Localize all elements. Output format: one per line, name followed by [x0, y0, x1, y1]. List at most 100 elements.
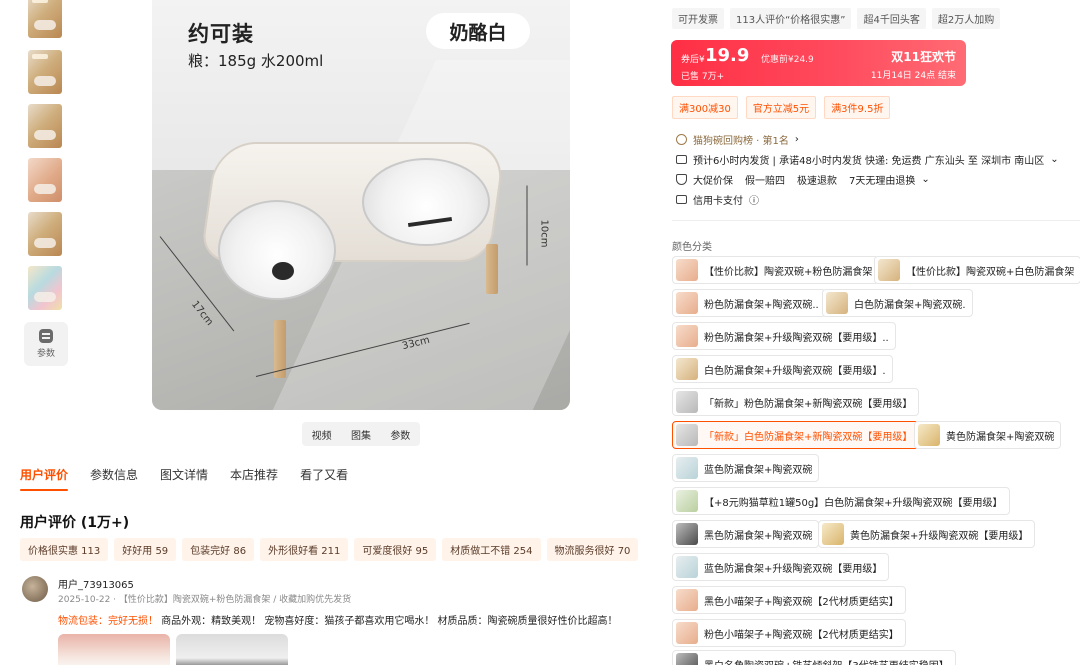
sku-label: 粉色防漏食架+陶瓷双碗.. — [704, 299, 819, 311]
sku-swatch — [676, 391, 698, 413]
chevron-right-icon: › — [794, 134, 799, 145]
review-meta: 2025-10-22 · 【性价比款】陶瓷双碗+粉色防漏食架 / 收藏加购优先发… — [58, 595, 352, 605]
tab-store-recommend[interactable]: 本店推荐 — [230, 466, 278, 491]
sku-option[interactable]: 黑白名角陶瓷双碗+铁艺倾斜架【3代铁艺更结实稳固】 — [672, 650, 956, 665]
product-tags: 可开发票 113人评价“价格很实惠” 超4千回头客 超2万人加购 — [672, 8, 1001, 29]
info-icon[interactable]: ⓘ — [749, 192, 759, 207]
sku-label: 【性价比款】陶瓷双碗+白色防漏食架 — [906, 266, 1075, 278]
sku-option[interactable]: 【+8元购猫草粒1罐50g】白色防漏食架+升级陶瓷双碗【要用级】 — [672, 487, 1010, 515]
product-tag[interactable]: 113人评价“价格很实惠” — [730, 8, 852, 29]
sku-label: 蓝色防漏食架+陶瓷双碗 — [704, 464, 813, 476]
review-highlight: 物流包装：完好无损！ — [58, 616, 158, 627]
sku-swatch — [676, 259, 698, 281]
review-tag[interactable]: 材质做工不错 254 — [442, 538, 541, 561]
guarantee-item: 7天无理由退换 — [849, 176, 916, 187]
chevron-down-icon: ⌄ — [1050, 154, 1059, 165]
sku-swatch — [676, 325, 698, 347]
sku-swatch — [676, 556, 698, 578]
list-icon — [39, 329, 53, 343]
sku-swatch — [676, 424, 698, 446]
product-tag: 超2万人加购 — [931, 8, 1001, 29]
tab-params[interactable]: 参数信息 — [90, 466, 138, 491]
sku-option[interactable]: 【性价比款】陶瓷双碗+白色防漏食架 — [874, 256, 1080, 284]
sku-option[interactable]: 黄色防漏食架+升级陶瓷双碗【要用级】 — [818, 520, 1036, 548]
feeder-illustration — [199, 122, 510, 378]
tab-reviews[interactable]: 用户评价 — [20, 466, 69, 491]
thumbnail-image[interactable] — [28, 158, 62, 202]
review-tag[interactable]: 包装完好 86 — [182, 538, 255, 561]
price-label: 券后¥ — [681, 55, 705, 65]
review-tag[interactable]: 价格很实惠 113 — [20, 538, 109, 561]
review-tag-list: 价格很实惠 113 好好用 59 包装完好 86 外形很好看 211 可爱度很好… — [20, 538, 639, 561]
coupon[interactable]: 满3件9.5折 — [824, 96, 891, 119]
sku-option[interactable]: 黑色防漏食架+陶瓷双碗 — [672, 520, 820, 548]
sku-swatch — [676, 622, 698, 644]
sku-label: 蓝色防漏食架+升级陶瓷双碗【要用级】 — [704, 563, 883, 575]
sku-label: 黑白名角陶瓷双碗+铁艺倾斜架【3代铁艺更结实稳固】 — [704, 657, 949, 665]
tab-also-viewed[interactable]: 看了又看 — [300, 466, 348, 491]
sku-label: 黄色防漏食架+升级陶瓷双碗【要用级】 — [850, 530, 1029, 542]
shipping-row[interactable]: 预计6小时内发货 | 承诺48小时内发货 快递: 免运费 广东汕头 至 深圳市 … — [676, 152, 1059, 167]
coupon[interactable]: 满300减30 — [672, 96, 738, 119]
thumbnail-image[interactable] — [28, 212, 62, 256]
sku-option[interactable]: 白色防漏食架+升级陶瓷双碗【要用级】. — [672, 355, 893, 383]
rank-row[interactable]: 猫狗碗回购榜 · 第1名 › — [676, 132, 799, 147]
image-tab-params[interactable]: 参数 — [390, 427, 410, 442]
paw-icon — [272, 262, 294, 280]
thumbnail-image[interactable] — [28, 266, 62, 310]
sku-option[interactable]: 蓝色防漏食架+升级陶瓷双碗【要用级】 — [672, 553, 890, 581]
sku-swatch — [878, 259, 900, 281]
review-tag[interactable]: 好好用 59 — [114, 538, 177, 561]
event-name: 双11狂欢节 — [891, 50, 956, 64]
credit-card-icon — [676, 195, 687, 204]
image-tab-video[interactable]: 视频 — [312, 427, 332, 442]
params-button[interactable]: 参数 — [24, 322, 68, 366]
sku-swatch — [676, 457, 698, 479]
sku-option[interactable]: 白色防漏食架+陶瓷双碗. — [822, 289, 973, 317]
review-photo[interactable] — [58, 634, 170, 665]
coupon-list: 满300减30 官方立减5元 满3件9.5折 — [672, 96, 891, 119]
sold-count: 已售 7万+ — [681, 72, 725, 82]
image-tab-gallery[interactable]: 图集 — [351, 427, 371, 442]
review-tag[interactable]: 物流服务很好 70 — [546, 538, 639, 561]
sku-option[interactable]: 【性价比款】陶瓷双碗+粉色防漏食架 — [672, 256, 880, 284]
sku-option[interactable]: 「新款」粉色防漏食架+新陶瓷双碗【要用级】 — [672, 388, 920, 416]
dimension-height: 10cm — [538, 219, 550, 248]
sku-option[interactable]: 蓝色防漏食架+陶瓷双碗 — [672, 454, 820, 482]
thumbnail-image[interactable] — [28, 50, 62, 94]
sku-swatch — [676, 358, 698, 380]
review-tag[interactable]: 外形很好看 211 — [260, 538, 349, 561]
review-tag[interactable]: 可爱度很好 95 — [354, 538, 437, 561]
color-category-label: 颜色分类 — [672, 242, 712, 253]
shield-icon — [676, 174, 687, 185]
sku-swatch — [918, 424, 940, 446]
sku-swatch — [676, 490, 698, 512]
guarantee-row[interactable]: 大促价保 假一赔四 极速退款 7天无理由退换 ⌄ — [676, 172, 930, 187]
avatar — [22, 576, 48, 602]
payment-text: 信用卡支付 — [693, 196, 743, 207]
event-end-time: 11月14日 24点 结束 — [870, 71, 956, 81]
thumbnail-image[interactable] — [28, 0, 62, 38]
sku-option[interactable]: 黑色小喵架子+陶瓷双碗【2代材质更结实】 — [672, 586, 906, 614]
sku-option[interactable]: 黄色防漏食架+陶瓷双碗 — [914, 421, 1062, 449]
sku-option[interactable]: 粉色防漏食架+陶瓷双碗.. — [672, 289, 826, 317]
detail-tabs: 用户评价 参数信息 图文详情 本店推荐 看了又看 — [20, 466, 348, 491]
coupon[interactable]: 官方立减5元 — [745, 96, 817, 119]
review-username: 用户_73913065 — [58, 580, 134, 591]
main-product-image[interactable]: 约可装 粮：185g 水200ml 奶酪白 10cm 17cm 33cm — [152, 0, 570, 410]
product-tag: 超4千回头客 — [857, 8, 926, 29]
sku-swatch — [676, 523, 698, 545]
sku-option-selected[interactable]: 「新款」白色防漏食架+新陶瓷双碗【要用级】 — [672, 421, 920, 449]
review-photo[interactable] — [176, 634, 288, 665]
sku-label: 「新款」白色防漏食架+新陶瓷双碗【要用级】 — [704, 431, 913, 443]
truck-icon — [676, 155, 687, 164]
thumbnail-image[interactable] — [28, 104, 62, 148]
sku-label: 黑色小喵架子+陶瓷双碗【2代材质更结实】 — [704, 596, 899, 608]
tab-details[interactable]: 图文详情 — [160, 466, 208, 491]
sku-option[interactable]: 粉色防漏食架+升级陶瓷双碗【要用级】.. — [672, 322, 896, 350]
sku-option[interactable]: 粉色小喵架子+陶瓷双碗【2代材质更结实】 — [672, 619, 906, 647]
payment-row[interactable]: 信用卡支付 ⓘ — [676, 192, 759, 207]
sku-label: 白色防漏食架+陶瓷双碗. — [854, 299, 966, 311]
shipping-text: 预计6小时内发货 | 承诺48小时内发货 快递: 免运费 广东汕头 至 深圳市 … — [693, 156, 1045, 167]
sku-swatch — [676, 653, 698, 665]
